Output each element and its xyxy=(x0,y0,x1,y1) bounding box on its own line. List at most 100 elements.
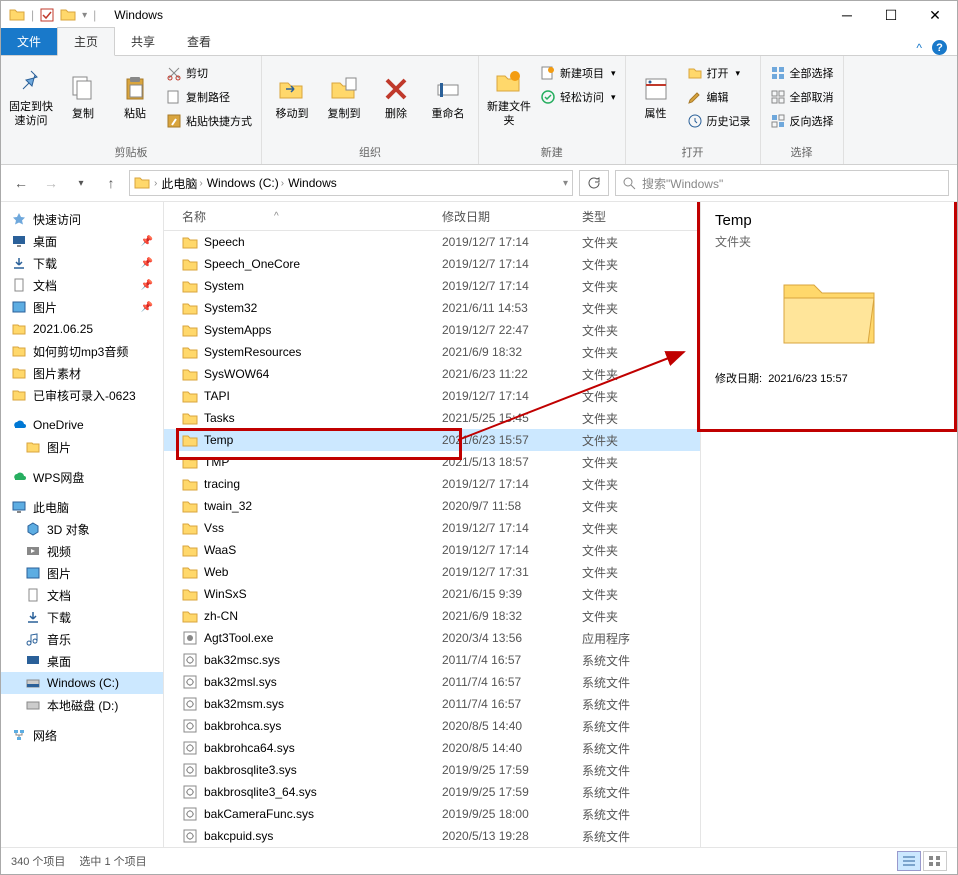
nav-network[interactable]: 网络 xyxy=(1,724,163,746)
cut-button[interactable]: 剪切 xyxy=(163,62,255,84)
nav-documents[interactable]: 文档📌 xyxy=(1,274,163,296)
qat-checkbox-icon[interactable] xyxy=(40,8,54,22)
history-button[interactable]: 历史记录 xyxy=(684,110,754,132)
invert-button[interactable]: 反向选择 xyxy=(767,110,837,132)
details-view-button[interactable] xyxy=(897,851,921,871)
file-row[interactable]: twain_322020/9/7 11:58文件夹 xyxy=(164,495,700,517)
dropdown-chevron-icon[interactable]: ▾ xyxy=(82,10,87,21)
file-row[interactable]: SystemApps2019/12/7 22:47文件夹 xyxy=(164,319,700,341)
file-row[interactable]: Temp2021/6/23 15:57文件夹 xyxy=(164,429,700,451)
file-type: 文件夹 xyxy=(582,476,662,493)
nav-videos[interactable]: 视频 xyxy=(1,540,163,562)
file-row[interactable]: Vss2019/12/7 17:14文件夹 xyxy=(164,517,700,539)
nav-folder[interactable]: 已审核可录入-0623 xyxy=(1,384,163,406)
nav-cdrive[interactable]: Windows (C:) xyxy=(1,672,163,694)
file-row[interactable]: TAPI2019/12/7 17:14文件夹 xyxy=(164,385,700,407)
file-row[interactable]: bakbrohca.sys2020/8/5 14:40系统文件 xyxy=(164,715,700,737)
nav-ddrive[interactable]: 本地磁盘 (D:) xyxy=(1,694,163,716)
back-button[interactable]: ← xyxy=(9,171,33,195)
file-row[interactable]: WinSxS2021/6/15 9:39文件夹 xyxy=(164,583,700,605)
file-row[interactable]: bakCameraFunc.sys2019/9/25 18:00系统文件 xyxy=(164,803,700,825)
tab-share[interactable]: 共享 xyxy=(115,28,171,55)
help-icon[interactable]: ? xyxy=(932,40,947,55)
pin-button[interactable]: 固定到快速访问 xyxy=(7,58,55,136)
refresh-button[interactable] xyxy=(579,170,609,196)
file-row[interactable]: bak32msm.sys2011/7/4 16:57系统文件 xyxy=(164,693,700,715)
nav-wps[interactable]: WPS网盘 xyxy=(1,466,163,488)
nav-downloads[interactable]: 下载 xyxy=(1,606,163,628)
address-dropdown-icon[interactable]: ▾ xyxy=(563,178,568,189)
file-row[interactable]: System322021/6/11 14:53文件夹 xyxy=(164,297,700,319)
pasteshortcut-button[interactable]: 粘贴快捷方式 xyxy=(163,110,255,132)
file-modified: 2021/6/9 18:32 xyxy=(442,345,582,359)
recent-dropdown[interactable]: ▾ xyxy=(69,171,93,195)
up-button[interactable]: ↑ xyxy=(99,171,123,195)
open-button[interactable]: 打开▾ xyxy=(684,62,754,84)
newfolder-button[interactable]: 新建文件夹 xyxy=(485,58,533,136)
selectnone-button[interactable]: 全部取消 xyxy=(767,86,837,108)
file-row[interactable]: tracing2019/12/7 17:14文件夹 xyxy=(164,473,700,495)
minimize-button[interactable]: ─ xyxy=(825,1,869,29)
nav-pictures[interactable]: 图片 xyxy=(1,562,163,584)
nav-folder[interactable]: 图片 xyxy=(1,436,163,458)
file-row[interactable]: bak32msl.sys2011/7/4 16:57系统文件 xyxy=(164,671,700,693)
file-modified: 2020/3/4 13:56 xyxy=(442,631,582,645)
close-button[interactable]: ✕ xyxy=(913,1,957,29)
file-modified: 2019/12/7 17:14 xyxy=(442,521,582,535)
nav-quick-access[interactable]: 快速访问 xyxy=(1,208,163,230)
copypath-button[interactable]: 复制路径 xyxy=(163,86,255,108)
easyaccess-button[interactable]: 轻松访问▾ xyxy=(537,86,619,108)
file-row[interactable]: bakbrosqlite3.sys2019/9/25 17:59系统文件 xyxy=(164,759,700,781)
file-row[interactable]: WaaS2019/12/7 17:14文件夹 xyxy=(164,539,700,561)
moveto-button[interactable]: 移动到 xyxy=(268,58,316,136)
nav-desktop[interactable]: 桌面📌 xyxy=(1,230,163,252)
nav-downloads[interactable]: 下载📌 xyxy=(1,252,163,274)
nav-folder[interactable]: 2021.06.25 xyxy=(1,318,163,340)
file-row[interactable]: SystemResources2021/6/9 18:32文件夹 xyxy=(164,341,700,363)
maximize-button[interactable]: ☐ xyxy=(869,1,913,29)
nav-folder[interactable]: 图片素材 xyxy=(1,362,163,384)
file-row[interactable]: bakbrohca64.sys2020/8/5 14:40系统文件 xyxy=(164,737,700,759)
sys-icon xyxy=(182,762,198,778)
collapse-ribbon-icon[interactable]: ^ xyxy=(916,41,922,55)
selectall-button[interactable]: 全部选择 xyxy=(767,62,837,84)
file-row[interactable]: Agt3Tool.exe2020/3/4 13:56应用程序 xyxy=(164,627,700,649)
tab-view[interactable]: 查看 xyxy=(171,28,227,55)
nav-music[interactable]: 音乐 xyxy=(1,628,163,650)
copyto-button[interactable]: 复制到 xyxy=(320,58,368,136)
forward-button[interactable]: → xyxy=(39,171,63,195)
rename-button[interactable]: 重命名 xyxy=(424,58,472,136)
edit-button[interactable]: 编辑 xyxy=(684,86,754,108)
file-row[interactable]: bakbrosqlite3_64.sys2019/9/25 17:59系统文件 xyxy=(164,781,700,803)
file-row[interactable]: Tasks2021/5/25 15:45文件夹 xyxy=(164,407,700,429)
nav-documents[interactable]: 文档 xyxy=(1,584,163,606)
properties-button[interactable]: 属性 xyxy=(632,58,680,136)
address-input[interactable]: › 此电脑› Windows (C:)› Windows ▾ xyxy=(129,170,573,196)
copy-button[interactable]: 复制 xyxy=(59,58,107,136)
nav-3dobjects[interactable]: 3D 对象 xyxy=(1,518,163,540)
file-row[interactable]: System2019/12/7 17:14文件夹 xyxy=(164,275,700,297)
file-row[interactable]: Speech2019/12/7 17:14文件夹 xyxy=(164,231,700,253)
delete-button[interactable]: 删除 xyxy=(372,58,420,136)
file-row[interactable]: bak32msc.sys2011/7/4 16:57系统文件 xyxy=(164,649,700,671)
file-row[interactable]: zh-CN2021/6/9 18:32文件夹 xyxy=(164,605,700,627)
column-header[interactable]: 名称^ 修改日期 类型 xyxy=(164,202,700,231)
nav-thispc[interactable]: 此电脑 xyxy=(1,496,163,518)
file-modified: 2021/6/11 14:53 xyxy=(442,301,582,315)
nav-onedrive[interactable]: OneDrive xyxy=(1,414,163,436)
file-row[interactable]: TMP2021/5/13 18:57文件夹 xyxy=(164,451,700,473)
search-box[interactable]: 搜索"Windows" xyxy=(615,170,949,196)
nav-folder[interactable]: 如何剪切mp3音频 xyxy=(1,340,163,362)
paste-button[interactable]: 粘贴 xyxy=(111,58,159,136)
icons-view-button[interactable] xyxy=(923,851,947,871)
nav-desktop[interactable]: 桌面 xyxy=(1,650,163,672)
file-type: 文件夹 xyxy=(582,454,662,471)
newitem-button[interactable]: 新建项目▾ xyxy=(537,62,619,84)
file-row[interactable]: SysWOW642021/6/23 11:22文件夹 xyxy=(164,363,700,385)
nav-pictures[interactable]: 图片📌 xyxy=(1,296,163,318)
file-row[interactable]: Web2019/12/7 17:31文件夹 xyxy=(164,561,700,583)
tab-home[interactable]: 主页 xyxy=(57,27,115,56)
tab-file[interactable]: 文件 xyxy=(1,28,57,55)
file-row[interactable]: Speech_OneCore2019/12/7 17:14文件夹 xyxy=(164,253,700,275)
file-row[interactable]: bakcpuid.sys2020/5/13 19:28系统文件 xyxy=(164,825,700,847)
